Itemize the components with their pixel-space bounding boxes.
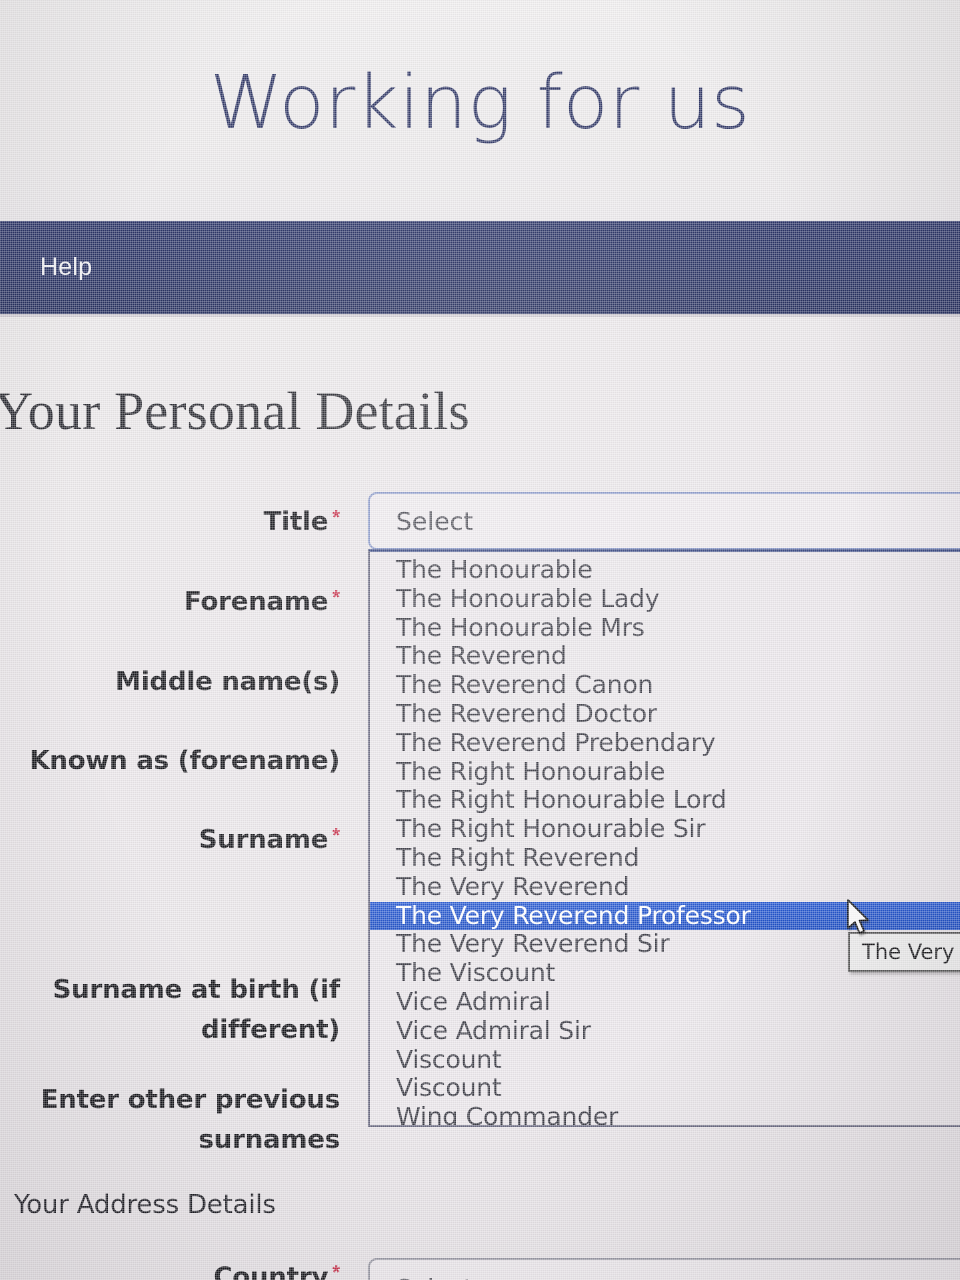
application-screen: Working for us Help Your Personal Detail… bbox=[0, 0, 960, 1280]
option-item[interactable]: The Honourable Mrs bbox=[370, 613, 960, 643]
field-label-known-as: Known as (forename) bbox=[29, 746, 340, 776]
option-item[interactable]: The Right Honourable Sir bbox=[370, 814, 960, 844]
option-item[interactable]: The Right Reverend bbox=[370, 843, 960, 873]
field-label-surname: Surname bbox=[198, 825, 329, 855]
field-row-known-as: Known as (forename) bbox=[0, 741, 352, 781]
field-label-middle-names: Middle name(s) bbox=[115, 667, 340, 697]
option-item[interactable]: Vice Admiral Sir bbox=[370, 1016, 960, 1046]
mouse-cursor-icon bbox=[846, 899, 872, 939]
option-item[interactable]: Vice Admiral bbox=[370, 987, 960, 1017]
field-label-forename: Forename bbox=[183, 587, 329, 617]
option-item[interactable]: The Reverend Canon bbox=[370, 670, 960, 700]
navbar-underline-divider bbox=[0, 314, 960, 317]
section-heading-address-details: Your Address Details bbox=[14, 1190, 276, 1220]
nav-item-help[interactable]: Help bbox=[40, 253, 92, 282]
field-label-country: Country bbox=[213, 1262, 329, 1280]
required-marker-country: * bbox=[332, 1262, 340, 1280]
field-row-country: Country * bbox=[0, 1262, 352, 1280]
country-select-value: Select bbox=[396, 1260, 960, 1280]
option-item[interactable]: The Reverend Doctor bbox=[370, 699, 960, 729]
field-row-surname: Surname * bbox=[0, 820, 352, 860]
title-select-control[interactable]: Select bbox=[368, 492, 960, 550]
option-item[interactable]: The Right Honourable Lord bbox=[370, 786, 960, 815]
field-row-surname-at-birth: Surname at birth (if different) bbox=[0, 970, 352, 1050]
title-select-value: Select bbox=[396, 506, 474, 536]
site-title: Working for us bbox=[209, 59, 751, 146]
option-item[interactable]: The Reverend Prebendary bbox=[370, 728, 960, 758]
field-row-previous-surnames: Enter other previous surnames bbox=[0, 1080, 352, 1160]
option-item[interactable]: The Honourable Lady bbox=[370, 584, 960, 614]
field-row-title: Title * bbox=[0, 502, 352, 542]
field-row-middle-names: Middle name(s) bbox=[0, 662, 352, 702]
required-marker-title: * bbox=[332, 506, 340, 529]
option-item[interactable]: The Right Honourable bbox=[370, 757, 960, 787]
required-marker-forename: * bbox=[332, 586, 340, 609]
option-item[interactable]: Viscount bbox=[370, 1045, 960, 1075]
field-label-surname-at-birth: Surname at birth (if different) bbox=[52, 975, 341, 1045]
field-label-previous-surnames: Enter other previous surnames bbox=[40, 1085, 340, 1155]
page-title: Your Personal Details bbox=[0, 381, 470, 441]
option-item[interactable]: The Reverend bbox=[370, 642, 960, 671]
site-banner: Working for us bbox=[0, 0, 960, 221]
option-item[interactable]: The Honourable bbox=[370, 555, 960, 585]
option-item[interactable]: The Very Reverend bbox=[370, 872, 960, 902]
country-select-control[interactable]: Select bbox=[368, 1258, 960, 1280]
primary-navbar: Help bbox=[0, 221, 960, 314]
title-select-option-list[interactable]: The Honourable The Honourable Lady The Hon… bbox=[368, 549, 960, 1127]
option-item[interactable]: Viscount bbox=[370, 1074, 960, 1103]
field-label-title: Title bbox=[263, 507, 329, 537]
required-marker-surname: * bbox=[332, 824, 340, 847]
option-item[interactable]: Wing Commander bbox=[370, 1102, 960, 1125]
field-row-forename: Forename * bbox=[0, 582, 352, 622]
